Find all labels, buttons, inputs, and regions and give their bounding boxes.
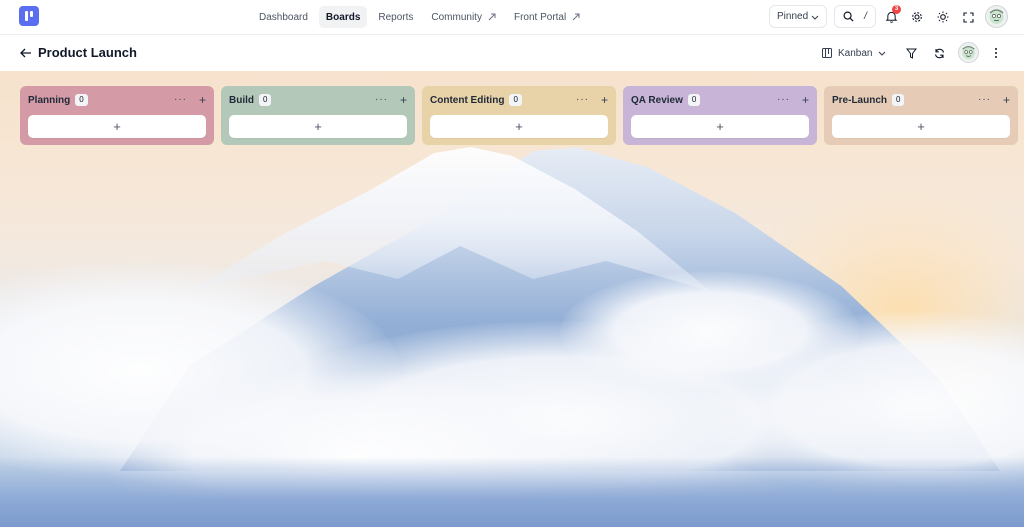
column-count-badge: 0 [687, 94, 701, 106]
refresh-button[interactable] [929, 43, 949, 63]
nav-item-reports[interactable]: Reports [371, 6, 420, 28]
search-shortcut-key: / [864, 11, 867, 22]
column-title: Pre-Launch [832, 94, 888, 106]
background-sea [0, 457, 1024, 527]
gear-icon [912, 12, 922, 22]
nav-item-label: Community [431, 11, 482, 23]
nav-item-boards[interactable]: Boards [318, 6, 368, 28]
more-vertical-icon [995, 48, 997, 58]
nav-item-label: Dashboard [259, 11, 308, 23]
settings-button[interactable] [907, 7, 927, 27]
external-link-icon [488, 13, 496, 21]
plus-icon[interactable]: + [1003, 94, 1010, 106]
avatar-icon [989, 9, 1004, 24]
column-count-badge: 0 [892, 94, 905, 106]
back-arrow-icon[interactable] [19, 46, 33, 60]
view-selector-label: Kanban [838, 47, 873, 59]
add-card-button[interactable]: + [832, 115, 1010, 138]
column-title: Planning [28, 94, 71, 106]
column-header: Build 0 ··· + [229, 93, 407, 107]
column-build: Build 0 ··· + + [221, 86, 415, 145]
column-qa-review: QA Review 0 ··· + + [623, 86, 817, 145]
column-title: Build [229, 94, 254, 106]
column-header: Pre-Launch 0 ··· + [832, 93, 1010, 107]
column-planning: Planning 0 ··· + + [20, 86, 214, 145]
board-header: Product Launch Kanban [0, 35, 1024, 71]
ellipsis-icon[interactable]: ··· [777, 95, 790, 105]
nav-item-dashboard[interactable]: Dashboard [252, 6, 315, 28]
ellipsis-icon[interactable]: ··· [375, 95, 388, 105]
plus-icon[interactable]: + [400, 94, 407, 106]
filter-icon [905, 48, 917, 59]
pinned-dropdown[interactable]: Pinned [769, 5, 827, 28]
column-header: QA Review 0 ··· + [631, 93, 809, 107]
fullscreen-icon [962, 11, 974, 23]
plus-icon[interactable]: + [601, 94, 608, 106]
chevron-down-icon [879, 51, 886, 56]
nav-item-label: Reports [378, 11, 414, 23]
plus-icon[interactable]: + [199, 94, 206, 106]
ellipsis-icon[interactable]: ··· [978, 95, 991, 105]
page-title: Product Launch [38, 45, 137, 60]
nav-item-community[interactable]: Community [424, 6, 503, 28]
column-header: Content Editing 0 ··· + [430, 93, 608, 107]
view-selector[interactable]: Kanban [815, 41, 895, 65]
column-pre-launch: Pre-Launch 0 ··· + + [824, 86, 1018, 145]
top-navigation-bar: Dashboard Boards Reports Community Front… [0, 0, 1024, 35]
notifications-button[interactable]: 3 [881, 5, 901, 27]
add-card-button[interactable]: + [28, 115, 206, 138]
sun-icon [937, 11, 949, 23]
pinned-label: Pinned [777, 11, 809, 22]
kanban-icon [822, 48, 832, 58]
column-header: Planning 0 ··· + [28, 93, 206, 107]
logo-icon[interactable] [19, 6, 39, 26]
theme-toggle-button[interactable] [933, 7, 953, 27]
filter-button[interactable] [901, 43, 921, 63]
avatar-icon [962, 45, 975, 60]
column-count-badge: 0 [259, 94, 272, 106]
ellipsis-icon[interactable]: ··· [576, 95, 589, 105]
add-card-button[interactable]: + [631, 115, 809, 138]
board-member-avatar[interactable] [958, 42, 979, 63]
search-button[interactable]: / [834, 5, 876, 28]
column-count-badge: 0 [75, 94, 88, 106]
refresh-icon [934, 48, 944, 58]
main-nav: Dashboard Boards Reports Community Front… [252, 6, 587, 28]
nav-item-label: Front Portal [513, 11, 567, 23]
column-title: Content Editing [430, 94, 505, 106]
column-title: QA Review [631, 94, 683, 106]
user-avatar[interactable] [985, 5, 1008, 28]
more-options-button[interactable] [986, 43, 1006, 63]
search-icon [843, 11, 854, 22]
chevron-down-icon [811, 15, 819, 20]
plus-icon[interactable]: + [802, 94, 809, 106]
fullscreen-button[interactable] [958, 7, 978, 27]
add-card-button[interactable]: + [229, 115, 407, 138]
ellipsis-icon[interactable]: ··· [174, 95, 187, 105]
column-count-badge: 0 [509, 94, 522, 106]
external-link-icon [572, 13, 580, 21]
add-card-button[interactable]: + [430, 115, 608, 138]
nav-item-front-portal[interactable]: Front Portal [507, 6, 587, 28]
notification-count-badge: 3 [892, 5, 901, 14]
nav-item-label: Boards [325, 11, 361, 23]
column-content-editing: Content Editing 0 ··· + + [422, 86, 616, 145]
